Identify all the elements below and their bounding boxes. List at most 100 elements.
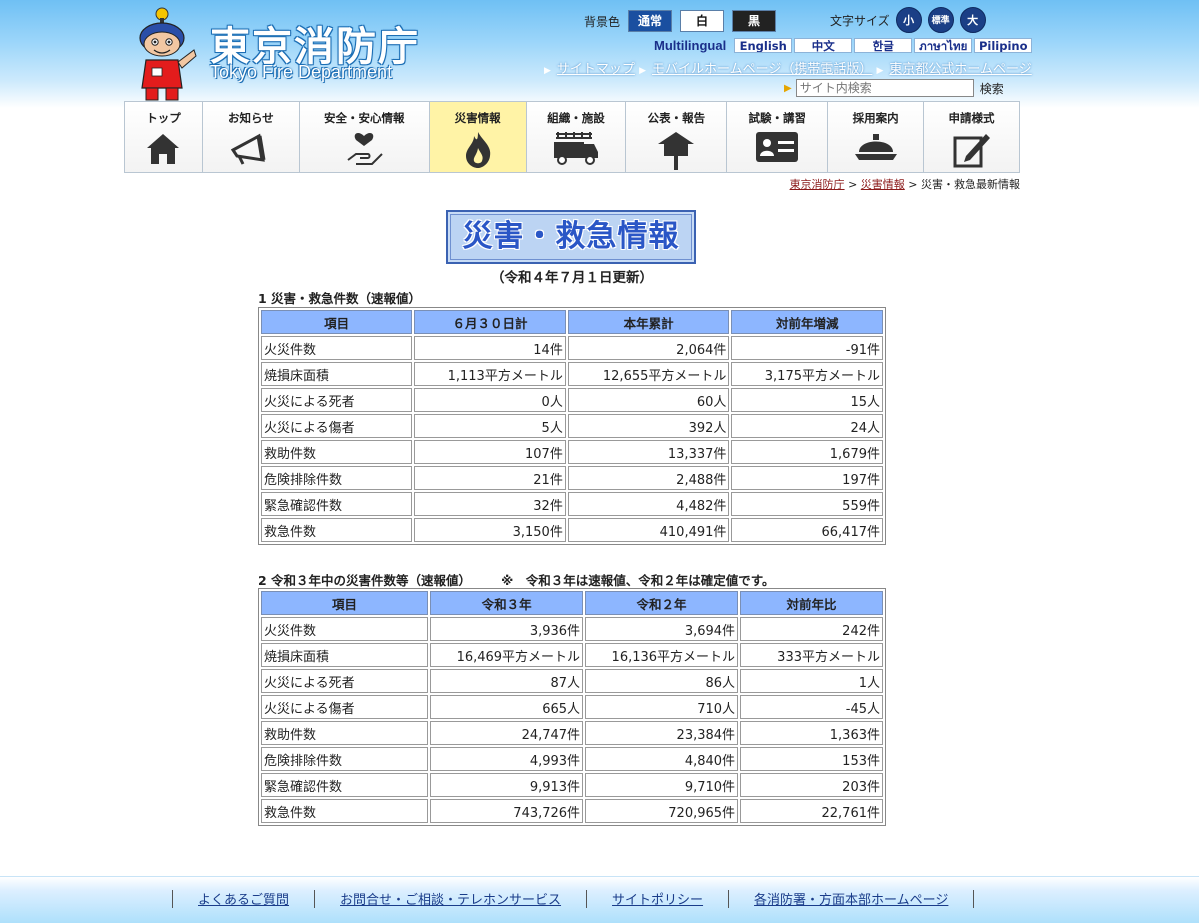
value-cell: 24人 [731, 414, 883, 438]
font-small-button[interactable]: 小 [895, 7, 922, 33]
value-cell: 4,840件 [585, 747, 739, 771]
value-cell: 2,488件 [567, 466, 730, 490]
search-input[interactable] [795, 79, 974, 97]
logo-title-en: Tokyo Fire Department [210, 62, 393, 82]
lang-english-link[interactable]: English [734, 38, 793, 53]
table-row: 救急件数 743,726件 720,965件 22,761件 [261, 799, 883, 823]
table-row: 緊急確認件数 9,913件 9,710件 203件 [261, 773, 883, 797]
nav-label: 安全・安心情報 [323, 111, 405, 125]
nav-item-organization[interactable]: 組織・施設 [526, 102, 627, 172]
nav-item-news[interactable]: お知らせ [202, 102, 300, 172]
breadcrumb-separator: > [848, 178, 858, 191]
bg-black-button[interactable]: 黒 [732, 10, 777, 32]
footer-separator [973, 889, 975, 908]
value-cell: 24,747件 [430, 721, 584, 745]
row-label-cell: 焼損床面積 [261, 643, 429, 667]
lang-thai-link[interactable]: ภาษาไทย [914, 38, 973, 53]
column-header: 本年累計 [567, 310, 730, 334]
table-row: 救助件数 107件 13,337件 1,679件 [261, 440, 883, 464]
column-header: ６月３０日計 [414, 310, 566, 334]
bg-normal-button[interactable]: 通常 [628, 10, 673, 32]
value-cell: 1,113平方メートル [414, 362, 566, 386]
value-cell: 3,150件 [414, 518, 566, 542]
table-row: 危険排除件数 21件 2,488件 197件 [261, 466, 883, 490]
table-row: 焼損床面積 16,469平方メートル 16,136平方メートル 333平方メートル [261, 643, 883, 667]
font-large-button[interactable]: 大 [959, 7, 986, 33]
table-row: 火災による死者 87人 86人 1人 [261, 669, 883, 693]
value-cell: -91件 [731, 336, 883, 360]
table-row: 危険排除件数 4,993件 4,840件 153件 [261, 747, 883, 771]
nav-label: 公表・報告 [647, 111, 706, 125]
value-cell: 107件 [414, 440, 566, 464]
nav-item-forms[interactable]: 申請様式 [924, 102, 1019, 172]
footer-policy-link[interactable]: サイトポリシー [587, 889, 728, 908]
section2-title-text: 2 令和３年中の災害件数等（速報値） [258, 573, 472, 588]
row-label-cell: 火災による傷者 [261, 414, 413, 438]
nav-item-reports[interactable]: 公表・報告 [626, 102, 728, 172]
table-row: 救助件数 24,747件 23,384件 1,363件 [261, 721, 883, 745]
lang-chinese-link[interactable]: 中文 [794, 38, 853, 53]
tokyo-metro-link[interactable]: 東京都公式ホームページ [889, 62, 1031, 77]
daily-stats-table: 項目 ６月３０日計 本年累計 対前年増減 火災件数 14件 2,064件 -91件 焼損床面積… [258, 307, 886, 545]
table-row: 火災による傷者 665人 710人 -45人 [261, 695, 883, 719]
nav-label: 申請様式 [948, 111, 995, 125]
column-header: 対前年増減 [731, 310, 883, 334]
font-standard-button[interactable]: 標準 [927, 7, 954, 33]
language-switcher: Multilingual English 中文 한글 ภาษาไทย Pilip… [654, 38, 1033, 53]
site-logo[interactable]: 東京消防庁 Tokyo Fire Department [124, 4, 434, 104]
row-label-cell: 救助件数 [261, 440, 413, 464]
value-cell: 22,761件 [740, 799, 883, 823]
value-cell: 9,913件 [430, 773, 584, 797]
footer-faq-link[interactable]: よくあるご質問 [173, 889, 314, 908]
value-cell: 3,175平方メートル [731, 362, 883, 386]
global-nav: トップ お知らせ 安全・安心情報 災害情報 組織・施設 公表・報告 試験・講習 … [124, 101, 1020, 173]
footer-stations-link[interactable]: 各消防署・方面本部ホームページ [729, 889, 973, 908]
bg-white-button[interactable]: 白 [680, 10, 725, 32]
search-arrow-icon: ▶ [784, 82, 792, 94]
row-label-cell: 緊急確認件数 [261, 773, 429, 797]
nav-label: 災害情報 [454, 111, 501, 125]
helmet-icon [854, 134, 897, 160]
section2-title: 2 令和３年中の災害件数等（速報値） ※ 令和３年は速報値、令和２年は確定値です。 [258, 570, 774, 589]
value-cell: 3,936件 [430, 617, 584, 641]
table-row: 救急件数 3,150件 410,491件 66,417件 [261, 518, 883, 542]
value-cell: 410,491件 [567, 518, 730, 542]
sitemap-link[interactable]: サイトマップ [557, 62, 635, 77]
search-button[interactable]: 検索 [980, 80, 1004, 97]
value-cell: 1,679件 [731, 440, 883, 464]
mobile-site-link[interactable]: モバイルホームページ（携帯電話版） [652, 62, 872, 77]
row-label-cell: 救急件数 [261, 518, 413, 542]
breadcrumb-home-link[interactable]: 東京消防庁 [790, 178, 845, 191]
id-card-icon [756, 132, 799, 162]
value-cell: 0人 [414, 388, 566, 412]
nav-label: お知らせ [227, 111, 274, 125]
update-date: （令和４年７月１日更新） [491, 270, 653, 286]
column-header: 項目 [261, 591, 429, 615]
value-cell: -45人 [740, 695, 883, 719]
lang-pilipino-link[interactable]: Pilipino [974, 38, 1033, 53]
footer-contact-link[interactable]: お問合せ・ご相談・テレホンサービス [315, 889, 586, 908]
lang-korean-link[interactable]: 한글 [854, 38, 913, 53]
value-cell: 203件 [740, 773, 883, 797]
nav-item-recruit[interactable]: 採用案内 [828, 102, 925, 172]
value-cell: 87人 [430, 669, 584, 693]
breadcrumb-current: 災害・救急最新情報 [921, 178, 1020, 191]
value-cell: 16,136平方メートル [585, 643, 739, 667]
nav-item-top[interactable]: トップ [125, 102, 203, 172]
value-cell: 4,482件 [567, 492, 730, 516]
nav-item-disaster[interactable]: 災害情報 [429, 102, 527, 172]
value-cell: 665人 [430, 695, 584, 719]
arrow-right-icon: ▶ [639, 66, 646, 76]
page-wrapper: 東京消防庁 Tokyo Fire Department 背景色 通常 白 黒 文… [124, 0, 1033, 923]
form-edit-icon [953, 134, 990, 168]
nav-item-safety[interactable]: 安全・安心情報 [299, 102, 430, 172]
column-header: 対前年比 [740, 591, 883, 615]
value-cell: 9,710件 [585, 773, 739, 797]
value-cell: 333平方メートル [740, 643, 883, 667]
breadcrumb-parent-link[interactable]: 災害情報 [861, 178, 905, 191]
row-label-cell: 焼損床面積 [261, 362, 413, 386]
table-row: 火災による死者 0人 60人 15人 [261, 388, 883, 412]
value-cell: 23,384件 [585, 721, 739, 745]
value-cell: 3,694件 [585, 617, 739, 641]
nav-item-exams[interactable]: 試験・講習 [727, 102, 829, 172]
